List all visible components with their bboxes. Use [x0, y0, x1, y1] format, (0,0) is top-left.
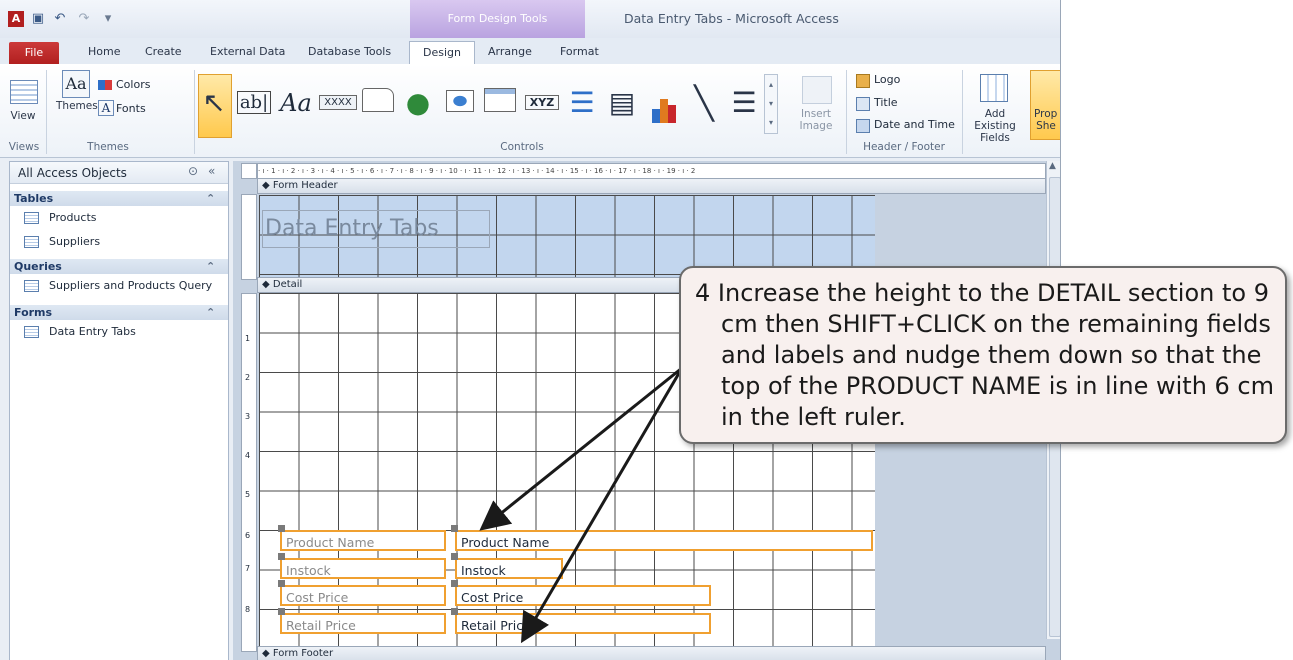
arrow-to-retail-price [520, 367, 684, 644]
callout-text: 4 Increase the height to the DETAIL sect… [695, 279, 1275, 431]
arrow-to-product-name [479, 366, 683, 531]
instruction-callout: 4 Increase the height to the DETAIL sect… [679, 266, 1287, 444]
